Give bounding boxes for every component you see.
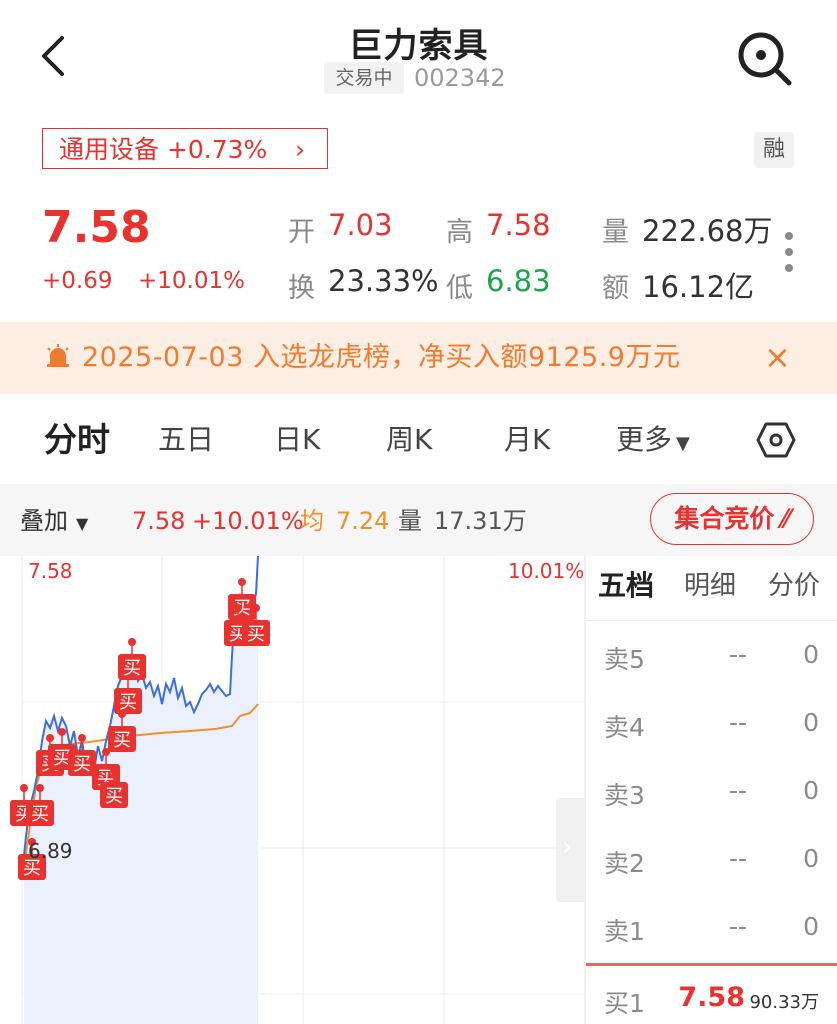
bid-row: 买1 7.58 90.33万	[604, 982, 819, 1018]
low-label: 低	[446, 273, 473, 304]
chevron-right-icon: ›	[295, 135, 305, 164]
bid-ask-divider	[586, 963, 837, 966]
buy-marker-label: 买	[113, 730, 131, 751]
buy-marker: 买	[228, 578, 256, 620]
tab-trade-detail[interactable]: 明细	[684, 566, 736, 606]
tab-five-day[interactable]: 五日	[158, 418, 214, 462]
tab-more-label: 更多	[616, 423, 673, 456]
chart-low-price: 6.89	[28, 839, 73, 863]
divider	[586, 620, 837, 621]
stock-name: 巨力索具	[348, 26, 489, 66]
buy-marker-label: 买	[123, 658, 141, 679]
low-value: 6.83	[486, 264, 551, 298]
notice-text: 2025-07-03 入选龙虎榜，净买入额9125.9万元	[82, 342, 681, 373]
trading-status-badge: 交易中	[324, 62, 404, 94]
chart-high-price: 7.58	[28, 559, 73, 583]
more-vertical-icon[interactable]	[782, 232, 796, 280]
intraday-chart[interactable]: 买买买买买买买买买买买买买买 7.58 10.01% 6.89	[0, 556, 586, 1024]
open-label: 开	[288, 217, 315, 248]
tab-weekly-k[interactable]: 周K	[386, 418, 432, 462]
overlay-label: 叠加	[20, 507, 68, 535]
vol-label: 量	[398, 507, 422, 535]
call-auction-label: 集合竞价	[674, 504, 775, 533]
price-change: +0.69	[42, 268, 113, 294]
amount-label: 额	[602, 273, 629, 304]
call-auction-button[interactable]: 集合竞价 ⫽	[650, 493, 814, 545]
ask-row: 卖2 -- 0	[604, 844, 819, 878]
chart-high-pct: 10.01%	[508, 559, 584, 583]
volume-value: 222.68万	[642, 214, 773, 248]
open-value: 7.03	[328, 208, 393, 242]
ask-row: 卖3 -- 0	[604, 776, 819, 810]
buy-marker-label: 买	[119, 692, 137, 713]
ask-row: 卖5 -- 0	[604, 640, 819, 674]
price-area-fill	[24, 556, 258, 1024]
settings-icon[interactable]	[756, 420, 796, 460]
ask-row: 卖1 -- 0	[604, 912, 819, 946]
ask-row: 卖4 -- 0	[604, 708, 819, 742]
turnover-value: 23.33%	[328, 264, 439, 298]
amount-value: 16.12亿	[642, 270, 755, 304]
buy-marker-label: 买	[73, 754, 91, 775]
double-slash-icon: ⫽	[778, 504, 790, 533]
caret-down-icon: ▼	[676, 433, 690, 454]
close-icon[interactable]: ×	[764, 338, 791, 376]
bell-icon	[47, 344, 69, 367]
tab-intraday[interactable]: 分时	[44, 418, 110, 462]
tab-daily-k[interactable]: 日K	[274, 418, 320, 462]
search-icon[interactable]	[734, 28, 794, 88]
avg-value: 7.24	[336, 507, 390, 535]
price-change-pct: +10.01%	[138, 268, 245, 294]
buy-marker-label: 买	[31, 804, 49, 825]
stock-code: 002342	[414, 64, 506, 92]
buy-marker: 买	[118, 638, 146, 680]
high-label: 高	[446, 217, 473, 248]
buy-marker-label: 买	[247, 624, 265, 645]
expand-panel-handle[interactable]: ›	[556, 798, 586, 902]
vol-value: 17.31万	[434, 507, 527, 535]
overlay-pct: +10.01%	[192, 507, 304, 535]
high-value: 7.58	[486, 208, 551, 242]
overlay-price: 7.58	[132, 507, 186, 535]
tab-price-distribution[interactable]: 分价	[768, 566, 820, 606]
volume-label: 量	[602, 217, 629, 248]
current-price: 7.58	[42, 202, 151, 253]
sector-link[interactable]: 通用设备 +0.73% ›	[42, 128, 328, 169]
tab-monthly-k[interactable]: 月K	[504, 418, 550, 462]
sector-label: 通用设备 +0.73%	[59, 135, 268, 164]
tab-order-book[interactable]: 五档	[598, 566, 654, 606]
avg-label: 均	[300, 507, 324, 535]
caret-down-icon: ▼	[76, 514, 89, 533]
overlay-dropdown[interactable]: 叠加 ▼	[20, 506, 88, 539]
tab-more[interactable]: 更多 ▼	[616, 418, 690, 466]
margin-badge: 融	[754, 132, 794, 168]
buy-marker-label: 买	[105, 786, 123, 807]
chevron-right-icon: ›	[562, 832, 573, 862]
turnover-label: 换	[288, 273, 315, 304]
